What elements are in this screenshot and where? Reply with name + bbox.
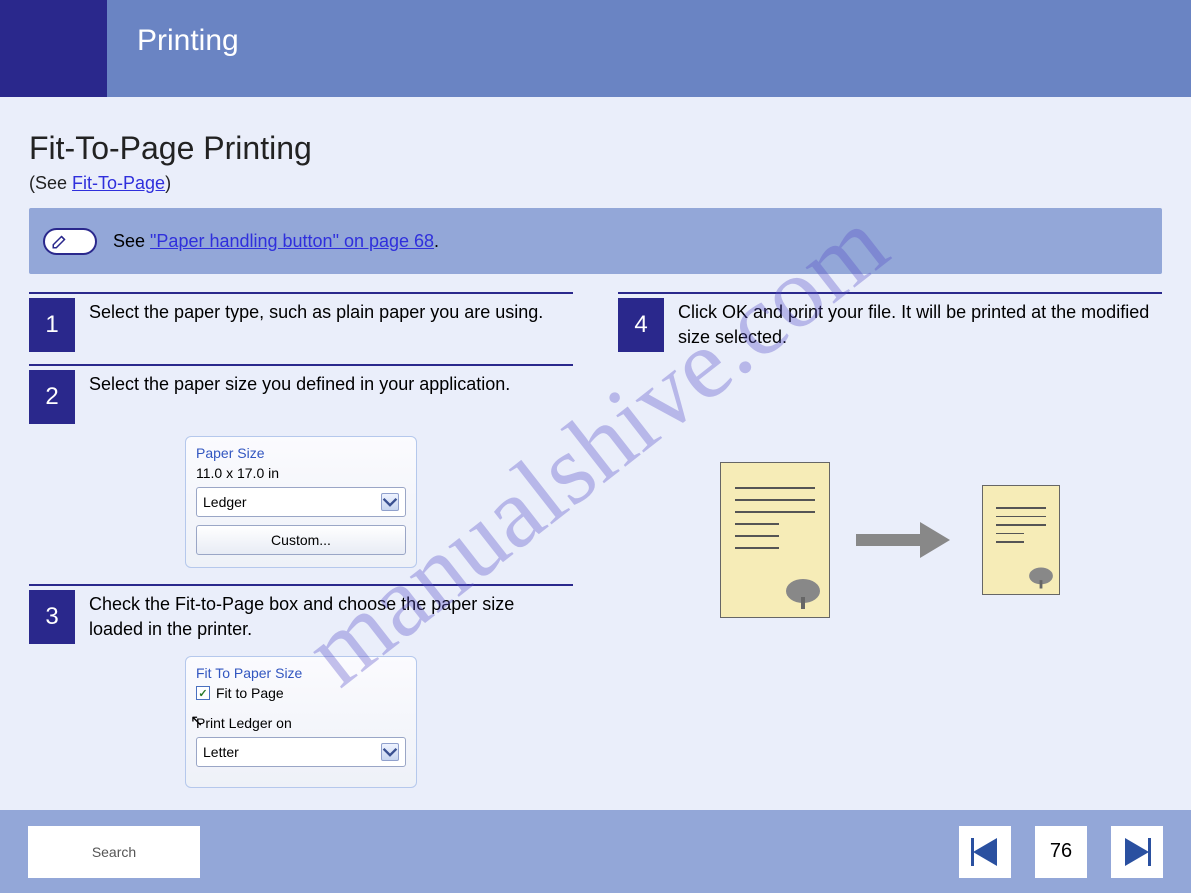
search-button[interactable]: Search bbox=[28, 826, 200, 878]
step-number: 1 bbox=[29, 298, 75, 352]
prev-page-button[interactable] bbox=[959, 826, 1011, 878]
step-text: Select the paper size you defined in you… bbox=[89, 370, 510, 424]
step-number: 4 bbox=[618, 298, 664, 352]
custom-button[interactable]: Custom... bbox=[196, 525, 406, 555]
chevron-down-icon bbox=[381, 743, 399, 761]
left-column: 1 Select the paper type, such as plain p… bbox=[29, 292, 573, 804]
arrow-right-icon bbox=[1119, 834, 1155, 870]
header-accent bbox=[0, 0, 107, 97]
fit-description: Print Ledger on bbox=[196, 715, 406, 731]
chevron-down-icon bbox=[381, 493, 399, 511]
divider bbox=[29, 364, 573, 366]
fit-to-page-checkbox[interactable]: ✓ bbox=[196, 686, 210, 700]
fit-to-page-widget: Fit To Paper Size ✓ Fit to Page ↖ Print … bbox=[185, 656, 417, 788]
document-small-icon bbox=[982, 485, 1060, 595]
note-prefix: See bbox=[113, 231, 150, 251]
fit-to-dropdown[interactable]: Letter bbox=[196, 737, 406, 767]
subtitle-link[interactable]: Fit-To-Page bbox=[72, 173, 165, 193]
fit-diagram bbox=[618, 462, 1162, 618]
tree-icon bbox=[783, 577, 823, 611]
step-2: 2 Select the paper size you defined in y… bbox=[29, 370, 573, 424]
right-column: 4 Click OK and print your file. It will … bbox=[618, 292, 1162, 804]
step-number: 2 bbox=[29, 370, 75, 424]
step-number: 3 bbox=[29, 590, 75, 644]
step-text: Click OK and print your file. It will be… bbox=[678, 298, 1162, 352]
header-title: Printing bbox=[107, 0, 269, 97]
next-page-button[interactable] bbox=[1111, 826, 1163, 878]
note-link[interactable]: "Paper handling button" on page 68 bbox=[150, 231, 434, 251]
note-suffix: . bbox=[434, 231, 439, 251]
page-number: 76 bbox=[1035, 826, 1087, 878]
widget-value-text: 11.0 x 17.0 in bbox=[196, 465, 406, 481]
paper-size-dropdown[interactable]: Ledger bbox=[196, 487, 406, 517]
checkbox-label: Fit to Page bbox=[216, 685, 284, 701]
main-content: Fit-To-Page Printing (See Fit-To-Page) S… bbox=[29, 130, 1162, 804]
arrow-right-icon bbox=[856, 522, 956, 558]
note-icon bbox=[43, 228, 97, 255]
note-bar: See "Paper handling button" on page 68. bbox=[29, 208, 1162, 274]
header-bar: Printing bbox=[0, 0, 1191, 97]
document-large-icon bbox=[720, 462, 830, 618]
subtitle-suffix: ) bbox=[165, 173, 171, 193]
footer-bar: Search 76 bbox=[0, 810, 1191, 893]
note-text: See "Paper handling button" on page 68. bbox=[113, 231, 439, 252]
divider bbox=[618, 292, 1162, 294]
divider bbox=[29, 292, 573, 294]
arrow-left-icon bbox=[967, 834, 1003, 870]
dropdown-selected: Ledger bbox=[203, 494, 247, 510]
subtitle-prefix: (See bbox=[29, 173, 72, 193]
widget-title: Fit To Paper Size bbox=[196, 665, 406, 681]
columns: 1 Select the paper type, such as plain p… bbox=[29, 292, 1162, 804]
step-4: 4 Click OK and print your file. It will … bbox=[618, 298, 1162, 352]
page-subtitle: (See Fit-To-Page) bbox=[29, 173, 1162, 194]
tree-icon bbox=[1027, 566, 1055, 590]
divider bbox=[29, 584, 573, 586]
step-text: Check the Fit-to-Page box and choose the… bbox=[89, 590, 573, 644]
paper-size-widget: Paper Size 11.0 x 17.0 in Ledger Custom.… bbox=[185, 436, 417, 568]
step-1: 1 Select the paper type, such as plain p… bbox=[29, 298, 573, 352]
step-text: Select the paper type, such as plain pap… bbox=[89, 298, 543, 352]
widget-title: Paper Size bbox=[196, 445, 406, 461]
page-title: Fit-To-Page Printing bbox=[29, 130, 1162, 167]
dropdown-selected: Letter bbox=[203, 744, 239, 760]
step-3: 3 Check the Fit-to-Page box and choose t… bbox=[29, 590, 573, 644]
